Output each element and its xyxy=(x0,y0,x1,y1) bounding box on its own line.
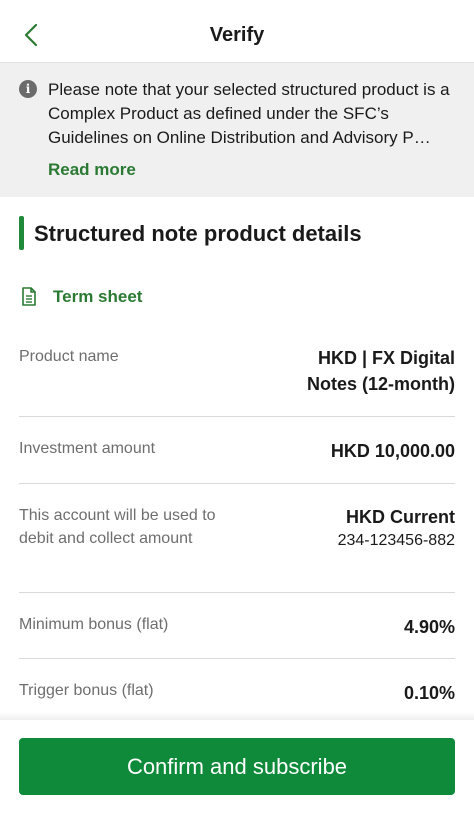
confirm-subscribe-button[interactable]: Confirm and subscribe xyxy=(19,738,455,795)
section-accent-bar xyxy=(19,216,24,250)
divider xyxy=(19,416,455,417)
detail-value: 0.10% xyxy=(403,683,455,703)
page-title: Verify xyxy=(209,24,265,46)
divider xyxy=(19,483,455,484)
term-sheet-label: Term sheet xyxy=(53,287,143,306)
term-sheet-link[interactable]: Term sheet xyxy=(19,286,142,308)
divider xyxy=(19,592,455,593)
info-icon: i xyxy=(19,80,37,98)
detail-value: HKD Current xyxy=(345,507,455,527)
detail-label: Trigger bonus (flat) xyxy=(19,682,154,699)
section-title: Structured note product details xyxy=(34,221,362,246)
detail-value: HKD | FX Digital Notes (12-month) xyxy=(307,348,455,394)
detail-value-group: HKD Current 234-123456-882 xyxy=(338,504,455,552)
detail-label: Minimum bonus (flat) xyxy=(19,616,169,633)
detail-label: Product name xyxy=(19,348,119,365)
detail-label: This account will be used to debit and c… xyxy=(19,507,216,547)
read-more-link[interactable]: Read more xyxy=(48,160,136,180)
document-icon xyxy=(22,287,36,306)
top-bar: Verify xyxy=(0,0,474,63)
detail-label: Investment amount xyxy=(19,440,156,457)
detail-value: HKD 10,000.00 xyxy=(330,441,455,461)
notice-text: Please note that your selected structure… xyxy=(48,80,450,147)
detail-value: 4.90% xyxy=(403,617,455,637)
account-number: 234-123456-882 xyxy=(337,532,455,549)
divider xyxy=(19,658,455,659)
